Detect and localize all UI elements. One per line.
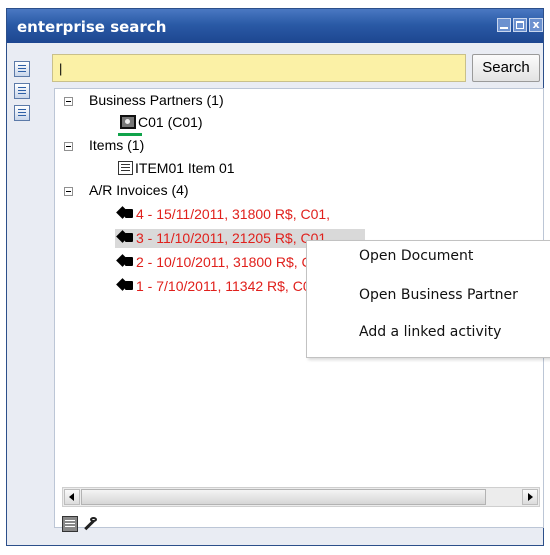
menu-open-business-partner[interactable]: Open Business Partner bbox=[359, 287, 518, 303]
invoice-tag-icon bbox=[117, 278, 133, 293]
minimize-icon[interactable] bbox=[497, 18, 511, 32]
menu-open-document[interactable]: Open Document bbox=[359, 248, 473, 264]
scroll-right-icon[interactable] bbox=[522, 489, 538, 505]
scrollbar-thumb[interactable] bbox=[81, 489, 486, 505]
collapse-invoices-icon[interactable] bbox=[64, 187, 73, 196]
close-icon[interactable]: x bbox=[529, 18, 543, 32]
person-card-icon[interactable] bbox=[14, 83, 30, 99]
list-view-icon[interactable] bbox=[14, 61, 30, 77]
invoice-tag-icon bbox=[117, 206, 133, 221]
group-business-partners[interactable]: Business Partners (1) bbox=[89, 92, 224, 109]
search-input[interactable] bbox=[52, 54, 466, 82]
title-bar: enterprise search x bbox=[7, 9, 543, 43]
maximize-icon[interactable] bbox=[513, 18, 527, 32]
invoice-row-4[interactable]: 4 - 15/11/2011, 31800 R$, C01, bbox=[117, 206, 330, 223]
item-icon bbox=[118, 161, 133, 175]
report-tool-icon[interactable] bbox=[62, 516, 78, 532]
report-icon[interactable] bbox=[14, 105, 30, 121]
invoice-label: 3 - 11/10/2011, 21205 R$, C01, bbox=[136, 230, 331, 246]
collapse-business-partners-icon[interactable] bbox=[64, 97, 73, 106]
business-partner-underline bbox=[118, 133, 142, 136]
tree-item-business-partner[interactable]: C01 (C01) bbox=[120, 114, 203, 131]
invoice-tag-icon bbox=[117, 254, 133, 269]
menu-add-linked-activity[interactable]: Add a linked activity bbox=[359, 324, 501, 340]
window-title: enterprise search bbox=[17, 18, 167, 36]
invoice-row-1[interactable]: 1 - 7/10/2011, 11342 R$, C01, bbox=[117, 278, 322, 295]
invoice-row-2[interactable]: 2 - 10/10/2011, 31800 R$, C01, bbox=[117, 254, 331, 271]
group-ar-invoices[interactable]: A/R Invoices (4) bbox=[89, 182, 189, 199]
invoice-tag-icon bbox=[117, 230, 133, 245]
context-menu: Open Document Open Business Partner Add … bbox=[306, 240, 550, 358]
invoice-label: 1 - 7/10/2011, 11342 R$, C01, bbox=[136, 278, 323, 294]
group-items[interactable]: Items (1) bbox=[89, 137, 144, 154]
business-partner-icon bbox=[120, 115, 136, 129]
tree-item-label: ITEM01 Item 01 bbox=[135, 160, 235, 176]
tree-item-item[interactable]: ITEM01 Item 01 bbox=[118, 160, 235, 177]
wrench-icon[interactable] bbox=[82, 516, 98, 532]
collapse-items-icon[interactable] bbox=[64, 142, 73, 151]
invoice-label: 4 - 15/11/2011, 31800 R$, C01, bbox=[136, 206, 331, 222]
scroll-left-icon[interactable] bbox=[64, 489, 80, 505]
invoice-row-3[interactable]: 3 - 11/10/2011, 21205 R$, C01, bbox=[117, 230, 330, 247]
tree-item-label: C01 (C01) bbox=[138, 114, 203, 130]
invoice-label: 2 - 10/10/2011, 31800 R$, C01, bbox=[136, 254, 332, 270]
search-button[interactable]: Search bbox=[472, 54, 540, 82]
horizontal-scrollbar[interactable] bbox=[62, 487, 540, 507]
